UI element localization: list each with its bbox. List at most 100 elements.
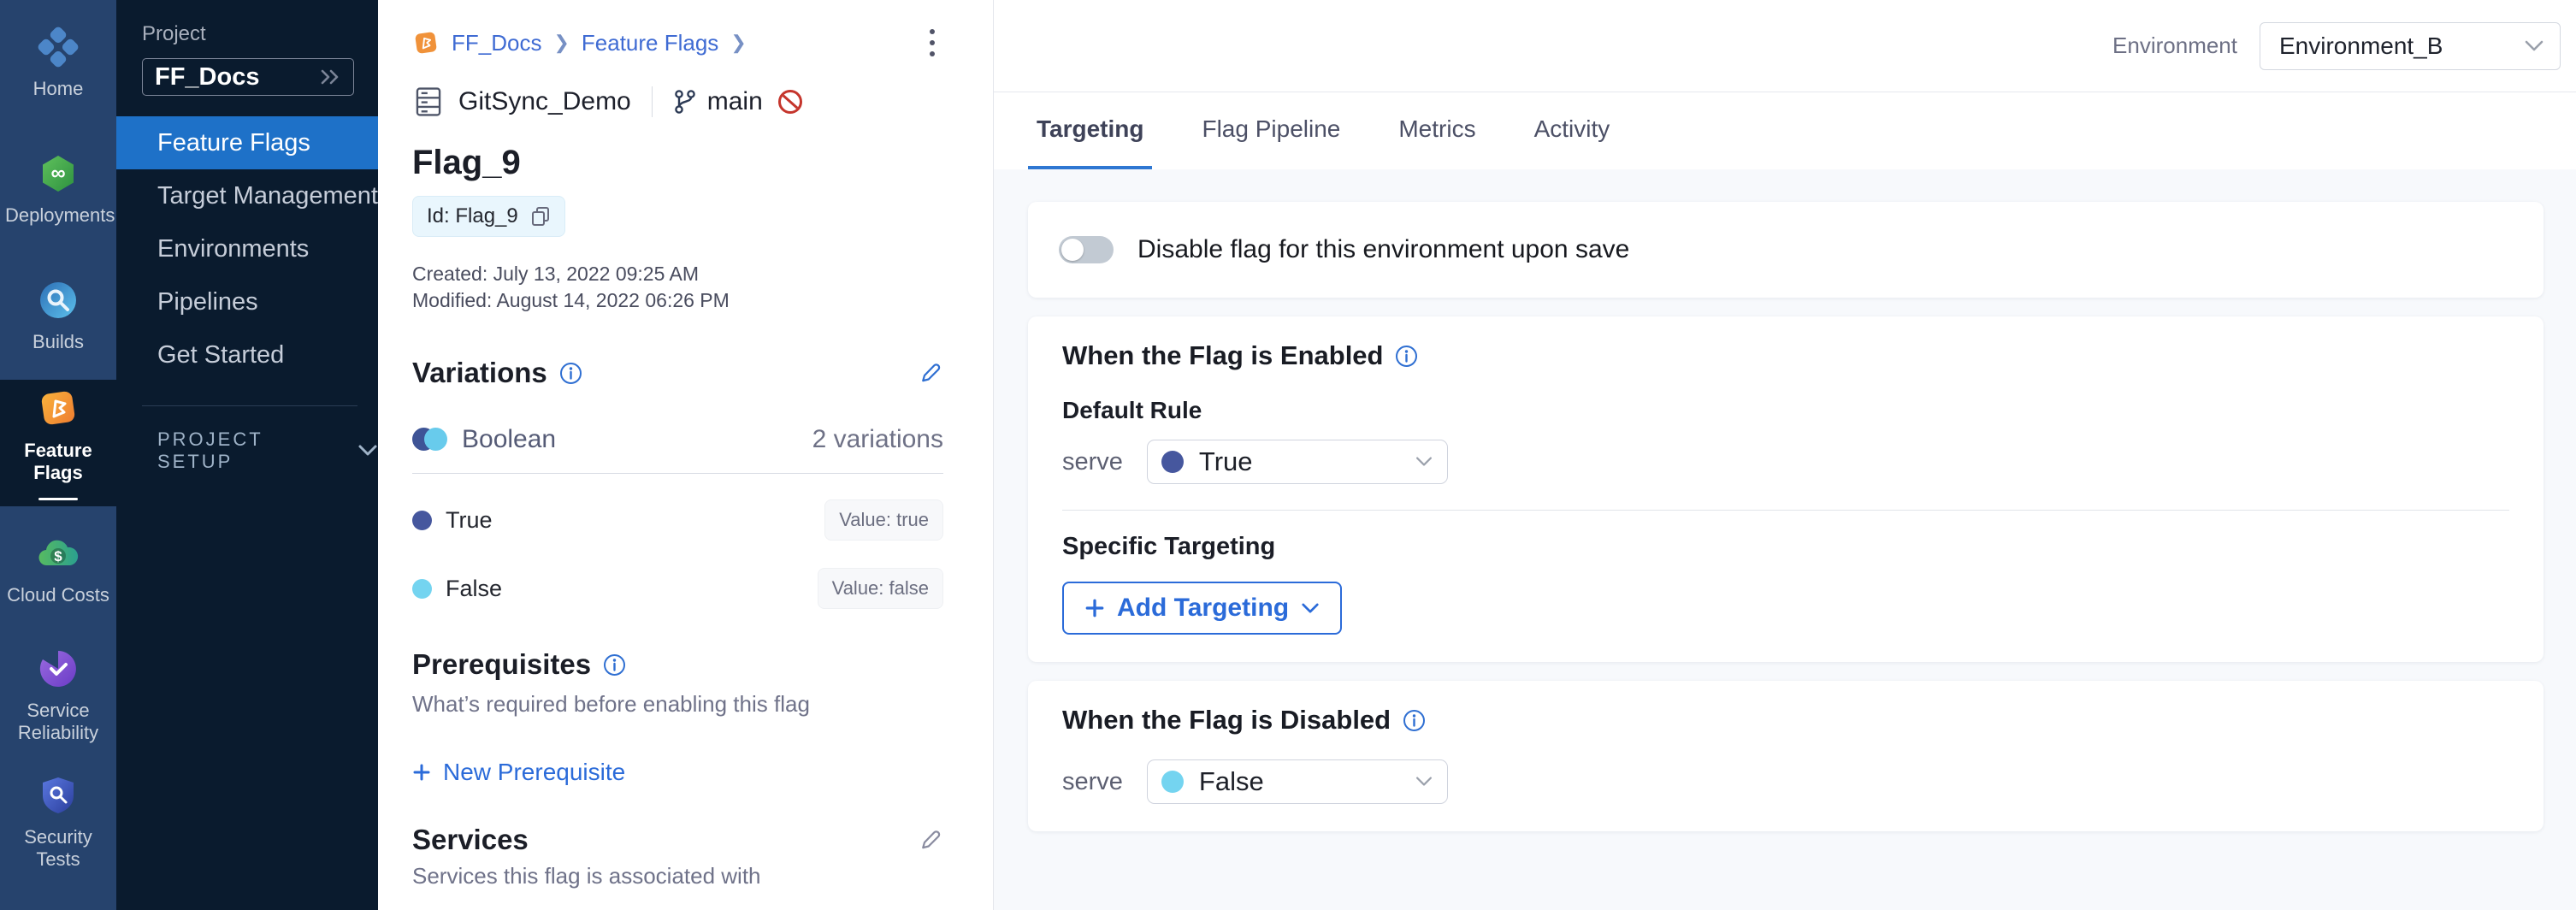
serve-label: serve xyxy=(1062,768,1123,796)
service-reliability-icon xyxy=(38,648,79,689)
chevron-down-icon xyxy=(1415,456,1433,468)
flag-disabled-title: When the Flag is Disabled xyxy=(1062,705,1391,736)
flag-tabs: Targeting Flag Pipeline Metrics Activity xyxy=(994,92,2576,169)
project-menu: Feature Flags Target Management Environm… xyxy=(116,116,378,381)
svg-text:$: $ xyxy=(54,548,62,564)
default-rule-label: Default Rule xyxy=(1062,397,2509,424)
breadcrumb-separator: ❯ xyxy=(553,32,569,54)
disable-flag-toggle[interactable] xyxy=(1059,236,1114,263)
project-setup-toggle[interactable]: PROJECT SETUP xyxy=(116,428,378,473)
builds-icon xyxy=(38,280,79,321)
variation-count: 2 variations xyxy=(812,425,943,454)
variation-true-dot xyxy=(412,511,432,530)
divider xyxy=(412,473,943,474)
nav-item-feature-flags[interactable]: Feature Flags xyxy=(0,380,116,506)
boolean-type-icon xyxy=(412,428,446,452)
edit-variations-pencil-icon[interactable] xyxy=(918,360,943,386)
tab-metrics[interactable]: Metrics xyxy=(1390,92,1484,169)
tab-activity[interactable]: Activity xyxy=(1526,92,1619,169)
sidebar-item-get-started[interactable]: Get Started xyxy=(116,328,378,381)
gitsync-repo-name[interactable]: GitSync_Demo xyxy=(458,87,631,116)
tab-targeting[interactable]: Targeting xyxy=(1028,92,1152,169)
new-prerequisite-button[interactable]: New Prerequisite xyxy=(412,759,625,786)
chevron-down-icon xyxy=(2524,39,2544,53)
flag-enabled-title: When the Flag is Enabled xyxy=(1062,340,1383,371)
nav-label: Deployments xyxy=(5,204,111,227)
info-icon[interactable] xyxy=(559,362,582,385)
breadcrumb-project-link[interactable]: FF_Docs xyxy=(452,30,541,56)
gitsync-branch-name[interactable]: main xyxy=(707,87,763,116)
feature-flags-icon xyxy=(37,387,80,429)
nav-label: Service Reliability xyxy=(5,700,111,744)
nav-item-builds[interactable]: Builds xyxy=(0,253,116,380)
variations-title: Variations xyxy=(412,357,547,389)
variation-row-false: False Value: false xyxy=(412,566,943,611)
breadcrumb: FF_Docs ❯ Feature Flags ❯ xyxy=(412,29,943,56)
add-targeting-button[interactable]: Add Targeting xyxy=(1062,582,1342,635)
sidebar-item-target-management[interactable]: Target Management xyxy=(116,169,378,222)
info-icon[interactable] xyxy=(603,653,626,677)
selected-variation: True xyxy=(1199,446,1415,477)
breadcrumb-feature-flags-link[interactable]: Feature Flags xyxy=(582,30,718,56)
prerequisites-description: What’s required before enabling this fla… xyxy=(412,691,943,718)
prerequisites-header: Prerequisites xyxy=(412,648,943,681)
environment-select[interactable]: Environment_B xyxy=(2260,22,2561,70)
services-title: Services xyxy=(412,824,529,856)
divider xyxy=(652,86,653,117)
flag-modified-date: Modified: August 14, 2022 06:26 PM xyxy=(412,287,943,314)
flag-enabled-card: When the Flag is Enabled Default Rule se… xyxy=(1028,316,2544,662)
edit-services-pencil-icon[interactable] xyxy=(918,827,943,853)
selected-variation: False xyxy=(1199,766,1415,797)
targeting-tab-content: Disable flag for this environment upon s… xyxy=(994,169,2576,910)
add-targeting-label: Add Targeting xyxy=(1117,594,1289,623)
module-nav-rail: Home ∞ Deployments Builds Feature Flags … xyxy=(0,0,116,910)
double-chevron-icon xyxy=(319,68,341,86)
environment-selected-value: Environment_B xyxy=(2279,32,2443,60)
variation-false-dot xyxy=(1161,771,1184,793)
flag-detail-panel: FF_Docs ❯ Feature Flags ❯ GitSync_Demo m… xyxy=(378,0,994,910)
disable-flag-toggle-label: Disable flag for this environment upon s… xyxy=(1137,235,1629,264)
flag-options-menu-button[interactable] xyxy=(926,26,938,60)
project-label: Project xyxy=(142,22,378,46)
nav-item-home[interactable]: Home xyxy=(0,0,116,127)
sidebar-item-pipelines[interactable]: Pipelines xyxy=(116,275,378,328)
nav-item-cloud-costs[interactable]: $ Cloud Costs xyxy=(0,506,116,633)
sync-disabled-icon xyxy=(777,88,804,115)
serve-label: serve xyxy=(1062,448,1123,476)
disabled-variation-select[interactable]: False xyxy=(1147,759,1448,804)
tab-flag-pipeline[interactable]: Flag Pipeline xyxy=(1193,92,1349,169)
variation-type-label: Boolean xyxy=(462,425,556,454)
project-selector[interactable]: FF_Docs xyxy=(142,58,354,96)
copy-icon[interactable] xyxy=(530,205,551,228)
nav-item-security-tests[interactable]: Security Tests xyxy=(0,759,116,886)
sidebar-item-feature-flags[interactable]: Feature Flags xyxy=(116,116,378,169)
default-rule-serve-row: serve True xyxy=(1062,440,2509,484)
prerequisites-title: Prerequisites xyxy=(412,648,591,681)
project-sidebar: Project FF_Docs Feature Flags Target Man… xyxy=(116,0,378,910)
environment-label: Environment xyxy=(2112,32,2237,59)
home-icon xyxy=(38,27,79,68)
nav-label: Home xyxy=(5,78,111,100)
nav-item-deployments[interactable]: ∞ Deployments xyxy=(0,127,116,253)
new-prerequisite-label: New Prerequisite xyxy=(443,759,625,786)
variation-type-row: Boolean 2 variations xyxy=(412,425,943,454)
variation-value-badge: Value: true xyxy=(824,499,943,541)
info-icon[interactable] xyxy=(1403,709,1426,732)
flag-created-date: Created: July 13, 2022 09:25 AM xyxy=(412,261,943,287)
info-icon[interactable] xyxy=(1395,345,1418,368)
nav-label: Builds xyxy=(5,331,111,353)
variation-name: False xyxy=(446,576,502,602)
plus-icon xyxy=(412,763,431,782)
flag-id-label: Id: Flag_9 xyxy=(427,204,518,228)
nav-active-underline xyxy=(38,498,78,500)
nav-item-service-reliability[interactable]: Service Reliability xyxy=(0,633,116,759)
default-rule-variation-select[interactable]: True xyxy=(1147,440,1448,484)
chevron-down-icon xyxy=(1301,602,1320,615)
nav-label: Security Tests xyxy=(5,826,111,871)
flag-disabled-card: When the Flag is Disabled serve False xyxy=(1028,681,2544,831)
flag-id-badge[interactable]: Id: Flag_9 xyxy=(412,196,565,237)
disabled-serve-row: serve False xyxy=(1062,759,2509,804)
harness-flag-icon xyxy=(412,29,440,56)
sidebar-item-environments[interactable]: Environments xyxy=(116,222,378,275)
project-setup-label: PROJECT SETUP xyxy=(157,428,335,473)
